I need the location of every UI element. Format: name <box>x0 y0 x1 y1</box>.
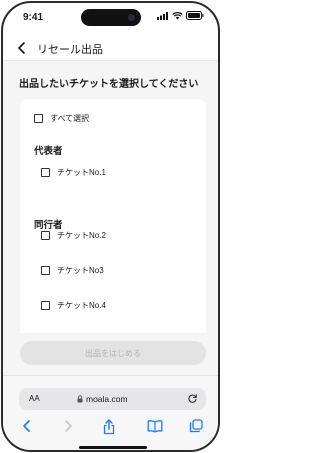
status-icons <box>157 11 204 20</box>
ticket-row[interactable]: チケットNo.4 <box>41 300 106 311</box>
ticket-checkbox[interactable] <box>41 301 50 310</box>
nav-bar: リセール出品 <box>3 35 218 61</box>
tabs-icon[interactable] <box>189 419 203 433</box>
start-listing-button[interactable]: 出品をはじめる <box>20 341 206 365</box>
ticket-checkbox[interactable] <box>41 231 50 240</box>
section-label-representative: 代表者 <box>34 146 63 157</box>
signal-icon <box>157 11 168 20</box>
dynamic-island <box>81 9 141 26</box>
battery-icon <box>186 11 204 20</box>
address-bar[interactable]: AA moala.com <box>19 388 206 410</box>
url-display[interactable]: moala.com <box>77 394 128 404</box>
home-indicator <box>79 446 147 449</box>
forward-arrow-icon[interactable] <box>62 419 74 433</box>
ticket-card: すべて選択 代表者 チケットNo.1 同行者 チケットNo.2 チケットNo3 … <box>20 99 206 365</box>
phone-frame: 9:41 リセール出品 出品したいチケットを選択してください すべて選択 代表者… <box>1 1 220 452</box>
section-label-companions: 同行者 <box>34 220 63 231</box>
select-all-checkbox[interactable] <box>34 114 43 123</box>
instruction-heading: 出品したいチケットを選択してください <box>19 79 199 90</box>
share-icon[interactable] <box>102 419 116 435</box>
ticket-row[interactable]: チケットNo.2 <box>41 230 106 241</box>
status-time: 9:41 <box>23 12 44 23</box>
back-chevron-icon[interactable] <box>15 40 29 56</box>
text-size-button[interactable]: AA <box>29 394 40 403</box>
select-all-row[interactable]: すべて選択 <box>34 113 89 124</box>
wifi-icon <box>172 11 183 19</box>
bookmarks-icon[interactable] <box>147 419 163 433</box>
ticket-label: チケットNo3 <box>57 266 104 275</box>
page-title: リセール出品 <box>37 44 103 56</box>
ticket-row[interactable]: チケットNo3 <box>41 265 104 276</box>
url-text: moala.com <box>86 394 128 404</box>
ticket-checkbox[interactable] <box>41 266 50 275</box>
back-arrow-icon[interactable] <box>21 419 33 433</box>
ticket-label: チケットNo.1 <box>57 168 106 177</box>
reload-icon[interactable] <box>187 393 198 404</box>
browser-toolbar <box>3 416 218 438</box>
cta-area: 出品をはじめる <box>3 333 218 375</box>
select-all-label: すべて選択 <box>50 114 90 123</box>
ticket-label: チケットNo.2 <box>57 231 106 240</box>
ticket-label: チケットNo.4 <box>57 301 106 310</box>
ticket-checkbox[interactable] <box>41 168 50 177</box>
status-bar: 9:41 <box>3 3 218 31</box>
browser-chrome: AA moala.com <box>3 375 218 450</box>
lock-icon <box>77 395 83 403</box>
camera-dot <box>128 14 135 21</box>
main-content: 出品したいチケットを選択してください すべて選択 代表者 チケットNo.1 同行… <box>3 61 218 365</box>
ticket-row[interactable]: チケットNo.1 <box>41 167 106 178</box>
